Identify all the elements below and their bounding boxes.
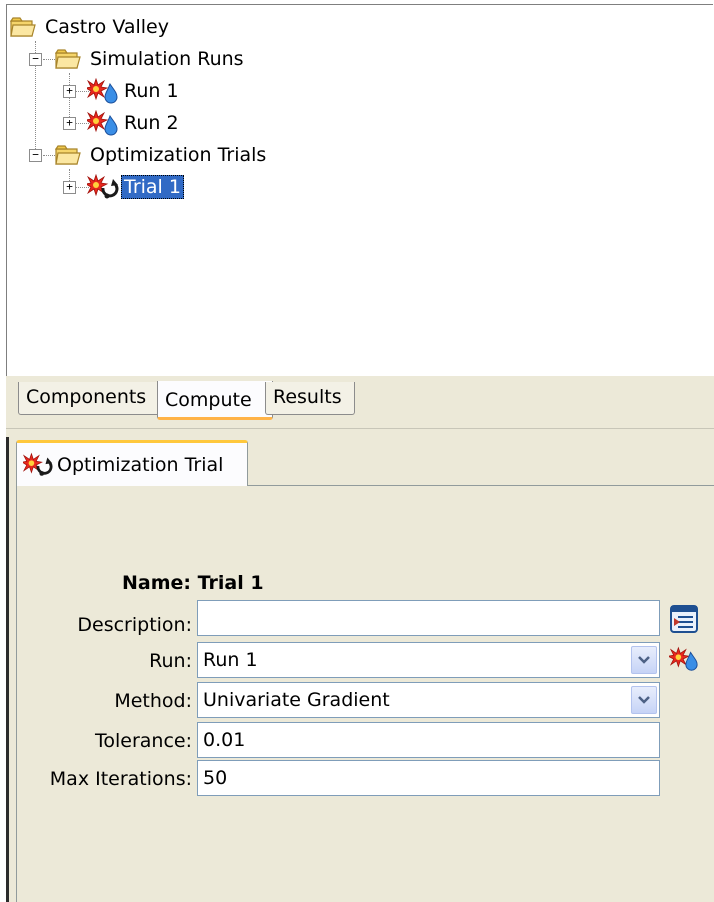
simulation-run-icon[interactable] <box>669 644 699 674</box>
tree-node-label: Run 2 <box>124 112 179 134</box>
simulation-run-icon <box>87 110 118 136</box>
tolerance-label: Tolerance: <box>94 730 192 752</box>
expand-toggle[interactable]: + <box>63 117 76 130</box>
tree-node-label: Trial 1 <box>121 175 184 199</box>
run-dropdown[interactable]: Run 1 <box>197 642 660 678</box>
folder-icon <box>55 49 81 69</box>
editor-form: Name: Trial 1 Description: Run: Run 1 Me… <box>16 486 714 902</box>
name-label: Name: Trial 1 <box>122 572 264 594</box>
description-field[interactable] <box>197 600 660 636</box>
folder-icon <box>55 145 81 165</box>
chevron-down-icon[interactable] <box>631 686 657 714</box>
max-iterations-value: 50 <box>203 767 228 789</box>
folder-icon <box>10 17 36 37</box>
method-dropdown[interactable]: Univariate Gradient <box>197 682 660 718</box>
panel-border <box>6 437 9 902</box>
collapse-toggle[interactable]: − <box>29 149 42 162</box>
tree-node-label: Castro Valley <box>45 16 169 38</box>
tree-connector <box>43 59 55 60</box>
component-editor: Optimization Trial Name: Trial 1 Descrip… <box>6 437 714 902</box>
expand-toggle[interactable]: + <box>63 85 76 98</box>
project-tree[interactable]: Castro Valley − Simulation Runs + Run 1 … <box>6 4 713 378</box>
tree-node-simulation-runs[interactable]: Simulation Runs <box>55 43 247 75</box>
tree-node-run-1[interactable]: Run 1 <box>87 75 182 107</box>
max-iterations-field[interactable]: 50 <box>197 760 660 796</box>
tree-connector <box>43 155 55 156</box>
tab-label: Compute <box>165 389 252 411</box>
tolerance-field[interactable]: 0.01 <box>197 722 660 758</box>
simulation-run-icon <box>87 78 118 104</box>
tab-label: Components <box>26 386 147 408</box>
tab-label: Optimization Trial <box>57 453 224 476</box>
navigator-tab-strip: Components Compute Results <box>6 376 714 428</box>
optimization-trial-icon <box>87 174 119 199</box>
method-label: Method: <box>114 690 192 712</box>
tree-node-root[interactable]: Castro Valley <box>10 11 172 43</box>
description-label: Description: <box>77 614 192 636</box>
tree-node-label: Optimization Trials <box>90 144 267 166</box>
optimization-trial-icon <box>23 452 53 476</box>
tab-results[interactable]: Results <box>265 382 355 415</box>
tree-node-label: Simulation Runs <box>90 48 244 70</box>
tab-components[interactable]: Components <box>18 382 165 415</box>
open-description-editor-icon[interactable] <box>669 604 699 634</box>
run-value: Run 1 <box>203 649 258 671</box>
max-iterations-label: Max Iterations: <box>49 768 192 790</box>
method-value: Univariate Gradient <box>203 689 390 711</box>
tree-node-optimization-trials[interactable]: Optimization Trials <box>55 139 269 171</box>
tree-node-label: Run 1 <box>124 80 179 102</box>
tab-optimization-trial[interactable]: Optimization Trial <box>16 440 248 486</box>
run-label: Run: <box>149 650 192 672</box>
tab-compute[interactable]: Compute <box>157 381 273 420</box>
expand-toggle[interactable]: + <box>63 181 76 194</box>
collapse-toggle[interactable]: − <box>29 53 42 66</box>
tolerance-value: 0.01 <box>203 729 246 751</box>
tree-node-run-2[interactable]: Run 2 <box>87 107 182 139</box>
tree-node-trial-1[interactable]: Trial 1 <box>87 171 184 203</box>
tab-label: Results <box>273 386 342 408</box>
chevron-down-icon[interactable] <box>631 646 657 674</box>
